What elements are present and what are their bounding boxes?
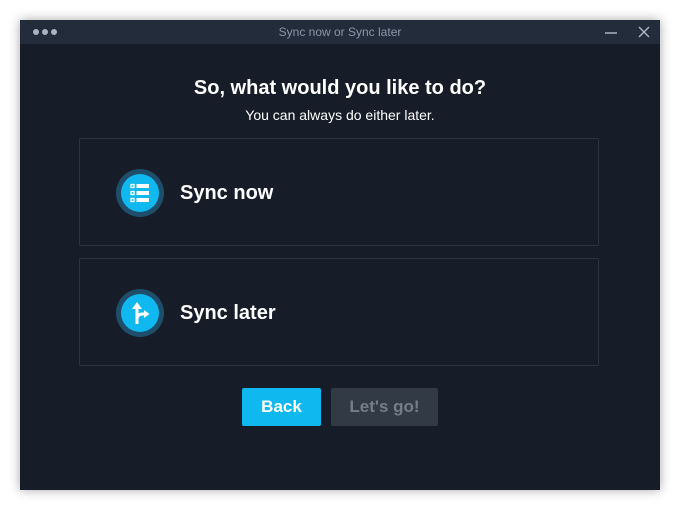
window-title: Sync now or Sync later [278, 25, 402, 39]
sync-later-option[interactable]: Sync later [79, 258, 599, 366]
sync-window: Sync now or Sync later So, what would yo… [20, 20, 660, 490]
title-bar: Sync now or Sync later [20, 20, 660, 44]
lets-go-button[interactable]: Let's go! [331, 388, 438, 426]
close-icon[interactable] [635, 23, 653, 41]
list-icon [116, 169, 164, 217]
back-button[interactable]: Back [242, 388, 321, 426]
sync-later-label: Sync later [180, 302, 276, 324]
minimize-icon[interactable] [602, 23, 620, 41]
page-title: So, what would you like to do? [193, 77, 487, 99]
sync-now-label: Sync now [180, 182, 274, 204]
page-subtitle: You can always do either later. [245, 107, 435, 123]
sync-now-option[interactable]: Sync now [79, 138, 599, 246]
fork-arrow-icon [116, 289, 164, 337]
